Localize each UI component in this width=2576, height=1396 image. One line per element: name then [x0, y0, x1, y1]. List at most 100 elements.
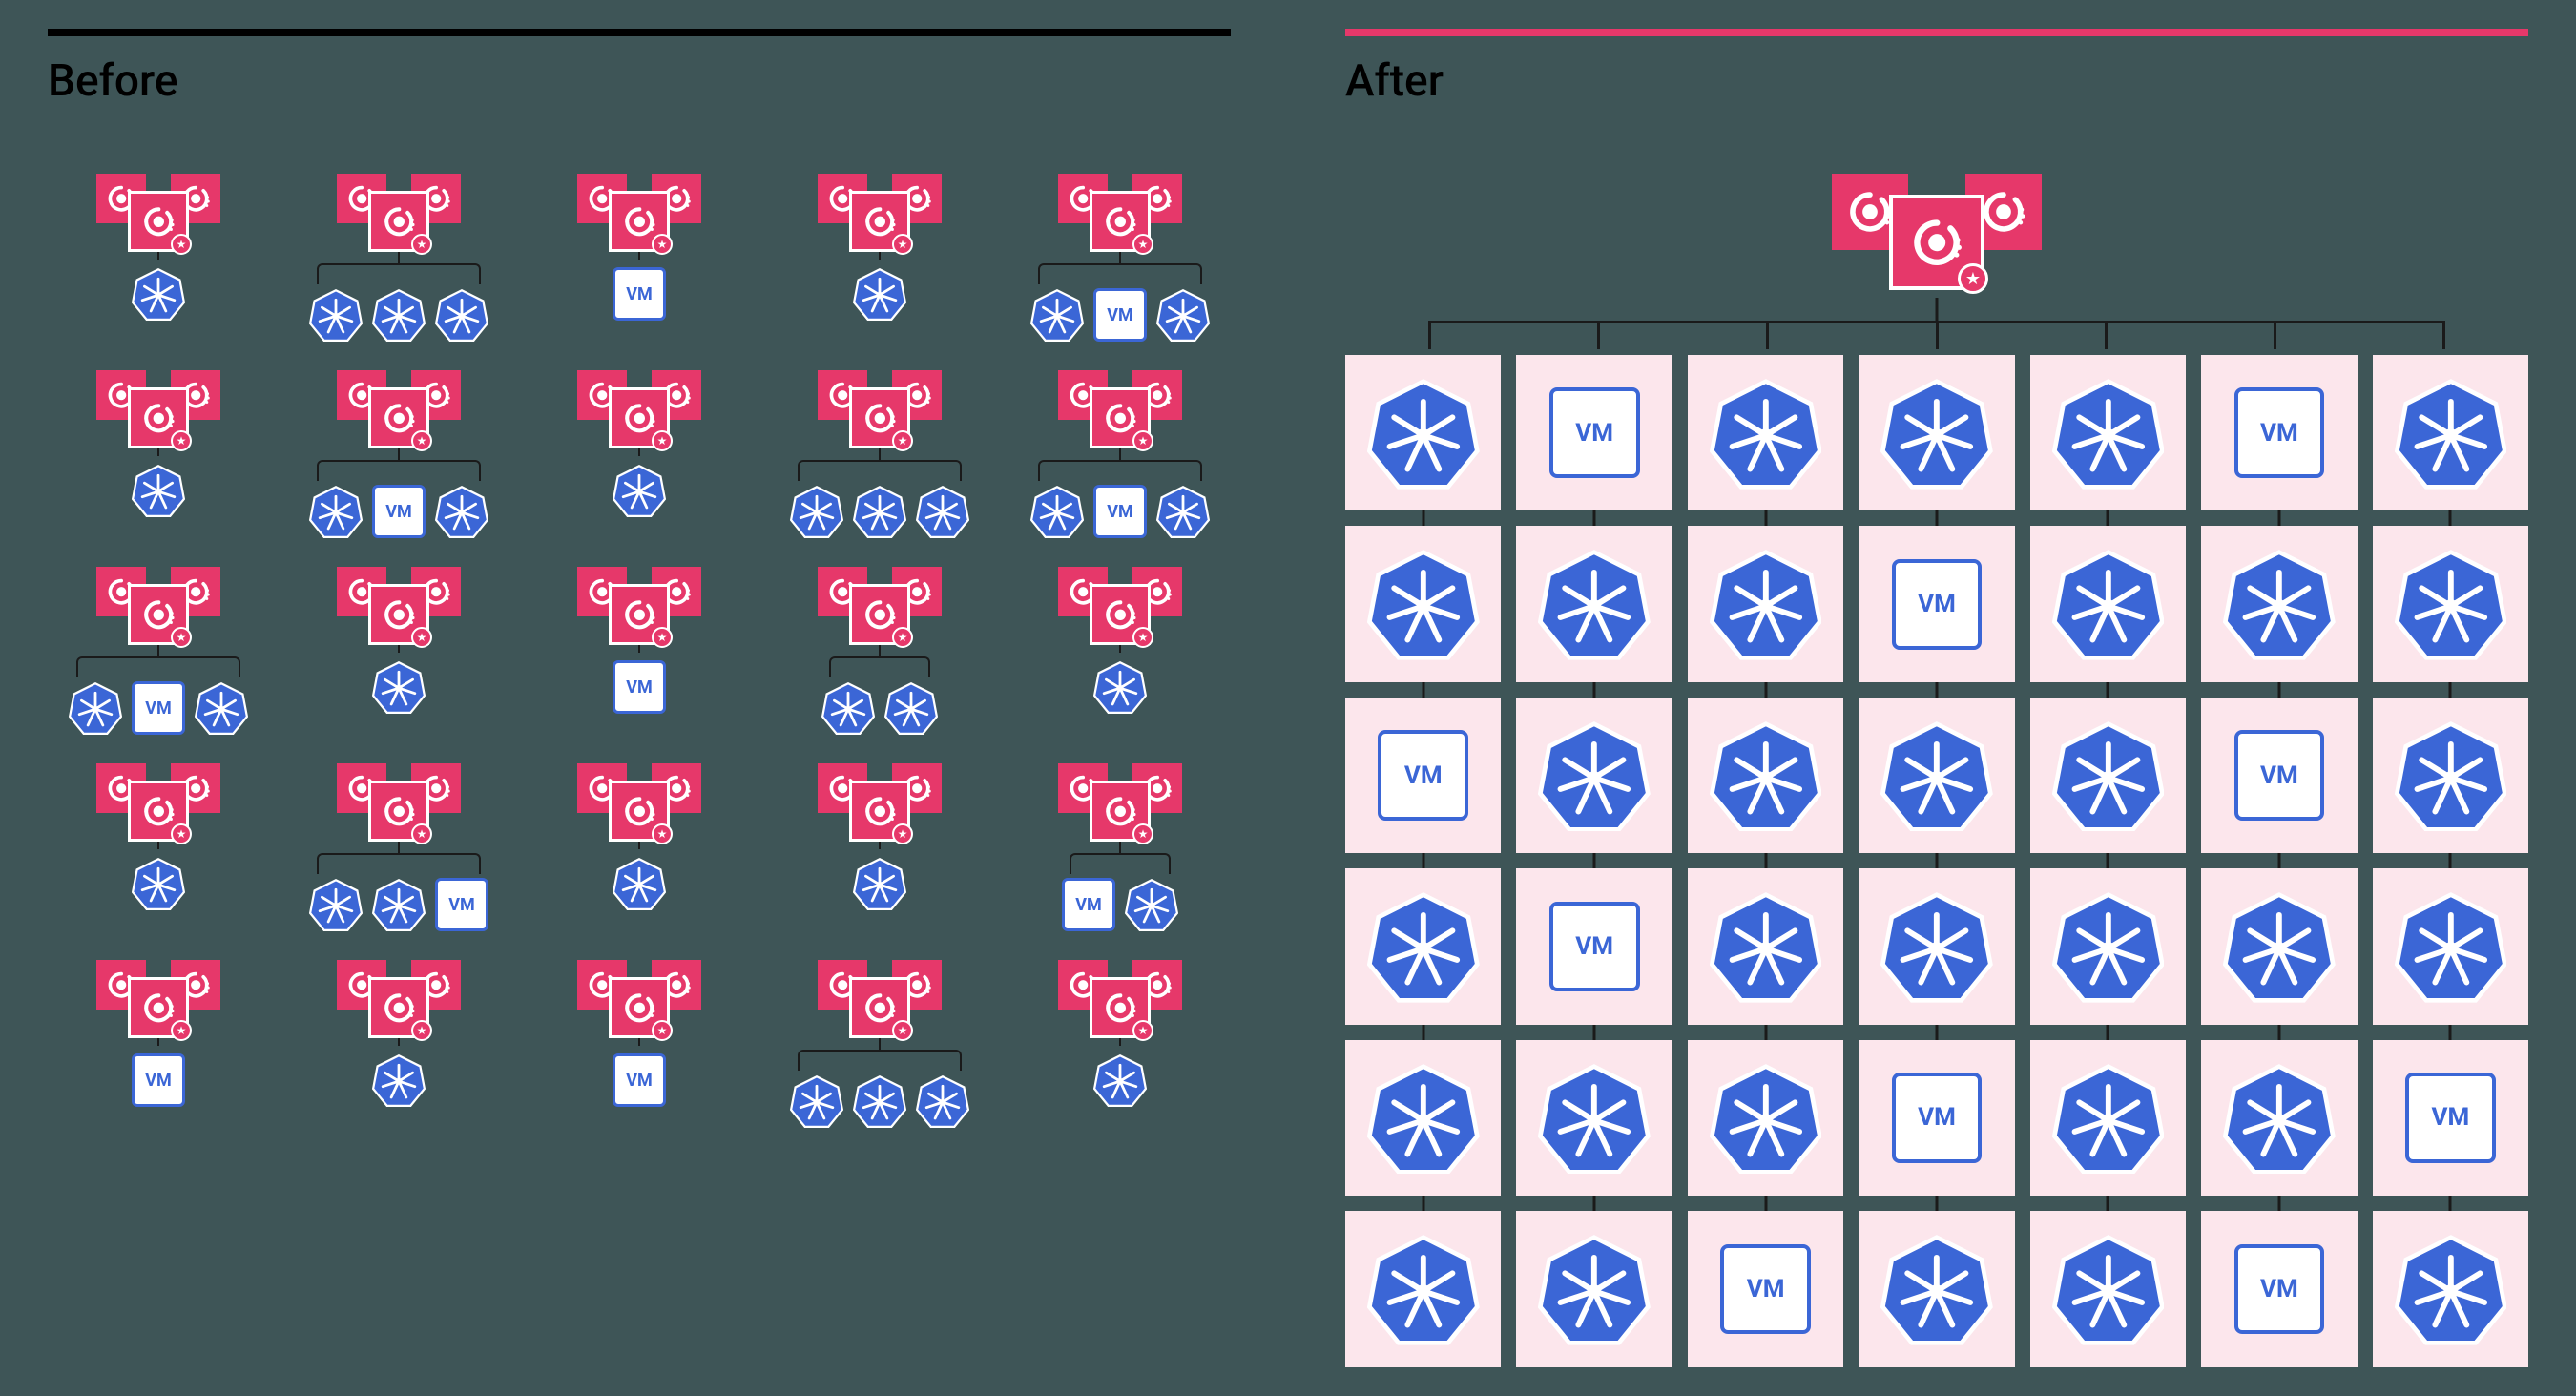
kubernetes-icon [790, 485, 843, 538]
consul-cluster: ★ VM [529, 567, 750, 735]
workload-tile [1859, 355, 2014, 510]
kubernetes-icon [372, 878, 426, 931]
kubernetes-icon [1030, 485, 1084, 538]
consul-server-trio: ★ [337, 960, 461, 1046]
workload-row [1093, 660, 1147, 714]
star-icon: ★ [1132, 627, 1153, 648]
workload-row: VM [1062, 878, 1178, 931]
consul-cluster: ★ [288, 567, 509, 735]
workload-tile [2373, 868, 2528, 1024]
kubernetes-icon [613, 464, 666, 517]
kubernetes-icon [1710, 548, 1822, 660]
kubernetes-icon [1710, 890, 1822, 1003]
workload-tile [1516, 698, 1672, 853]
consul-icon: ★ [368, 977, 429, 1038]
workload-row [372, 660, 426, 714]
consul-icon: ★ [368, 191, 429, 252]
workload-tile [2373, 355, 2528, 510]
consul-cluster: ★ [529, 370, 750, 538]
star-icon: ★ [1132, 430, 1153, 451]
consul-icon: ★ [849, 781, 910, 842]
kubernetes-icon [2395, 377, 2507, 490]
kubernetes-icon [1538, 548, 1651, 660]
kubernetes-icon [309, 878, 363, 931]
kubernetes-icon [2052, 719, 2165, 832]
workload-tile [2030, 698, 2186, 853]
kubernetes-icon [132, 267, 185, 321]
workload-row [132, 464, 185, 517]
consul-cluster: ★ VM [48, 960, 269, 1128]
kubernetes-icon [613, 857, 666, 910]
kubernetes-icon [309, 485, 363, 538]
consul-cluster: ★ [48, 174, 269, 342]
consul-cluster: ★ [529, 763, 750, 931]
consul-server-trio: ★ [337, 370, 461, 456]
workload-row [790, 485, 969, 538]
consul-server-trio: ★ [96, 763, 220, 849]
consul-cluster: ★ VM [48, 567, 269, 735]
workload-row [309, 288, 488, 342]
consul-icon: ★ [128, 191, 189, 252]
kubernetes-icon [1367, 1062, 1480, 1175]
consul-icon: ★ [609, 191, 670, 252]
kubernetes-icon [69, 681, 122, 735]
vm-icon: VM [1549, 902, 1640, 992]
kubernetes-icon [372, 288, 426, 342]
after-workload-grid: VMVMVMVMVMVMVMVMVMVM [1345, 355, 2528, 1367]
kubernetes-icon [1880, 377, 1993, 490]
star-icon: ★ [892, 430, 913, 451]
workload-tile: VM [1859, 526, 2014, 681]
consul-server-trio: ★ [337, 174, 461, 260]
kubernetes-icon [1367, 1233, 1480, 1345]
workload-row [132, 267, 185, 321]
consul-server-trio: ★ [1058, 960, 1182, 1046]
kubernetes-icon [853, 1074, 906, 1128]
star-icon: ★ [171, 234, 192, 255]
star-icon: ★ [652, 627, 673, 648]
consul-server-trio: ★ [818, 567, 942, 653]
consul-cluster: ★ [1009, 567, 1231, 735]
star-icon: ★ [652, 430, 673, 451]
consul-server-trio: ★ [96, 567, 220, 653]
workload-tile: VM [1516, 868, 1672, 1024]
kubernetes-icon [790, 1074, 843, 1128]
kubernetes-icon [2395, 1233, 2507, 1345]
kubernetes-icon [1710, 719, 1822, 832]
after-rule [1345, 29, 2528, 36]
workload-tile [2030, 1211, 2186, 1366]
before-panel: Before ★ ★ ★ VM [48, 29, 1231, 1367]
kubernetes-icon [2395, 548, 2507, 660]
workload-tile [1345, 1040, 1501, 1196]
consul-server-trio: ★ [96, 370, 220, 456]
kubernetes-icon [821, 681, 875, 735]
workload-tile [1345, 868, 1501, 1024]
kubernetes-icon [2052, 1062, 2165, 1175]
star-icon: ★ [892, 234, 913, 255]
consul-icon: ★ [128, 977, 189, 1038]
vm-icon: VM [2234, 730, 2325, 821]
workload-tile: VM [2373, 1040, 2528, 1196]
workload-row: VM [1030, 288, 1210, 342]
consul-icon: ★ [609, 584, 670, 645]
kubernetes-icon [2395, 719, 2507, 832]
consul-cluster: ★ [48, 763, 269, 931]
consul-cluster: ★ [1009, 960, 1231, 1128]
workload-row: VM [613, 267, 666, 321]
consul-cluster: ★ [48, 370, 269, 538]
workload-row: VM [69, 681, 248, 735]
workload-row [613, 464, 666, 517]
kubernetes-icon [1367, 890, 1480, 1003]
workload-tile [2201, 1040, 2357, 1196]
consul-server-trio: ★ [577, 763, 701, 849]
star-icon: ★ [411, 823, 432, 844]
vm-icon: VM [613, 267, 666, 321]
kubernetes-icon [2223, 890, 2336, 1003]
kubernetes-icon [2223, 548, 2336, 660]
consul-server-trio: ★ [1058, 763, 1182, 849]
kubernetes-icon [1156, 485, 1210, 538]
kubernetes-icon [132, 464, 185, 517]
workload-row [132, 857, 185, 910]
vm-icon: VM [1378, 730, 1468, 821]
workload-tile [2201, 868, 2357, 1024]
consul-server-trio: ★ [1058, 174, 1182, 260]
